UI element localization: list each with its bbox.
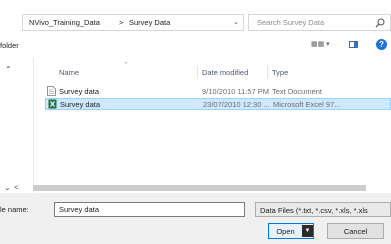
file-date: 9/10/2010 11:57 PM (202, 87, 269, 96)
command-bar: folder ▦▦ ▾ ? (0, 36, 391, 54)
breadcrumb-root[interactable]: NVivo_Training_Data (29, 18, 100, 27)
file-type-value: Data Files (*.txt, *.csv, *.xls, *.xls (260, 206, 368, 215)
preview-pane-icon[interactable] (349, 41, 358, 48)
file-row[interactable]: Survey data 9/10/2010 11:57 PM Text Docu… (45, 86, 391, 98)
scrollbar-thumb[interactable] (33, 185, 366, 191)
dialog-footer: le name: Data Files (*.txt, *.csv, *.xls… (0, 193, 391, 244)
open-button[interactable]: Open ▼ (268, 223, 314, 239)
scroll-up-icon[interactable]: ⌃ (5, 66, 15, 74)
address-bar-area: NVivo_Training_Data > Survey Data ⌄ ↻ Se… (0, 0, 391, 36)
cancel-button-label: Cancel (343, 227, 368, 236)
address-bar[interactable]: NVivo_Training_Data > Survey Data ⌄ ↻ (22, 14, 260, 31)
breadcrumb-separator: > (119, 18, 124, 27)
file-name-input[interactable] (54, 202, 245, 217)
horizontal-scrollbar[interactable]: ⌄ < (0, 183, 391, 193)
sort-ascending-icon: ⌃ (123, 62, 129, 69)
column-divider[interactable] (267, 66, 268, 78)
file-date: 23/07/2010 12:30 ... (203, 100, 270, 109)
file-row-selected[interactable]: Survey data 23/07/2010 12:30 ... Microso… (45, 98, 391, 110)
chevron-down-icon[interactable]: ⌄ (231, 18, 241, 28)
breadcrumb-current[interactable]: Survey Data (129, 18, 170, 27)
view-options-icon[interactable]: ▦▦ ▾ (311, 40, 333, 51)
help-icon[interactable]: ? (376, 39, 387, 50)
search-box[interactable]: Search Survey Data (248, 14, 391, 31)
cancel-button[interactable]: Cancel (327, 223, 384, 239)
navigation-pane: ⌃ (0, 58, 34, 193)
file-name-label: le name: (0, 205, 29, 214)
file-list: Name ⌃ Date modified Type Survey data 9/… (35, 58, 391, 193)
file-type: Microsoft Excel 97... (273, 100, 341, 109)
new-folder-button[interactable]: folder (0, 41, 19, 50)
open-button-label: Open (276, 227, 295, 236)
search-placeholder: Search Survey Data (257, 18, 325, 27)
column-header-date[interactable]: Date modified (202, 68, 248, 77)
chevron-down-icon[interactable]: ⌄ (4, 183, 11, 192)
column-header-type[interactable]: Type (272, 68, 288, 77)
file-name: Survey data (60, 100, 101, 109)
text-file-icon (47, 86, 56, 96)
file-name: Survey data (59, 87, 100, 96)
column-header-name[interactable]: Name (59, 68, 79, 77)
column-divider[interactable] (197, 66, 198, 78)
excel-file-icon (48, 99, 57, 109)
scroll-left-icon[interactable]: < (14, 183, 19, 192)
file-type-select[interactable]: Data Files (*.txt, *.csv, *.xls, *.xls (255, 202, 391, 217)
file-type: Text Document (272, 87, 323, 96)
open-dropdown-icon[interactable]: ▼ (302, 225, 313, 237)
search-icon[interactable] (374, 17, 386, 29)
